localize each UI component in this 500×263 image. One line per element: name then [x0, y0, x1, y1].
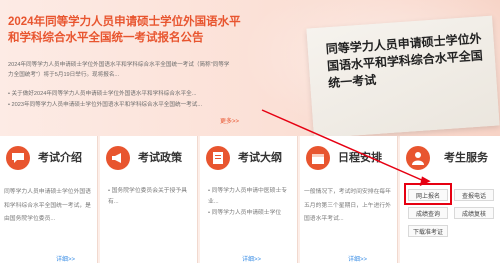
score-query-button[interactable]: 成绩查询: [408, 207, 448, 219]
card-body-text: 同等学力人员申请硕士学位外国语和学科综合水平全国统一考试，是由国务院学位委员..…: [4, 189, 91, 222]
user-service-icon: [406, 146, 430, 170]
exam-poster: 同等学力人员申请硕士学位外国语水平和学科综合水平全国统一考试: [306, 15, 500, 139]
card-title[interactable]: 考生服务: [444, 149, 488, 165]
news-more-link[interactable]: 更多>>: [220, 116, 239, 125]
card-more-link[interactable]: 详细>>: [242, 254, 261, 263]
chat-bubble-icon: [6, 146, 30, 170]
news-summary: 2024年同等学力人员申请硕士学位外国语水平和学科综合水平全国统一考试（简称"同…: [8, 62, 230, 78]
news-list-item[interactable]: • 关于做好2024年同等学力人员申请硕士学位外国语水平和学科综合水平全...: [8, 89, 223, 100]
card-list: • 同等学力人员申请中医硕士专业... • 同等学力人员申请硕士学位: [208, 186, 296, 219]
news-list: • 关于做好2024年同等学力人员申请硕士学位外国语水平和学科综合水平全... …: [8, 89, 223, 111]
card-more-link[interactable]: 详细>>: [348, 254, 367, 263]
news-banner: 2024年同等学力人员申请硕士学位外国语水平和学科综合水平全国统一考试报名公告 …: [0, 0, 500, 139]
card-more-link[interactable]: 详细>>: [56, 254, 75, 263]
card-list: • 国务院学位委员会关于授予具有...: [108, 186, 196, 208]
news-list-item[interactable]: • 2023年同等学力人员申请硕士学位外国语水平和学科综合水平全国统一考试...: [8, 100, 223, 111]
card-title[interactable]: 考试大纲: [238, 149, 282, 165]
list-item[interactable]: • 同等学力人员申请中医硕士专业...: [208, 186, 296, 208]
card-schedule: 日程安排 一般情况下，考试时间安排在每年五月的第三个星期日，上午进行外国语水平考…: [300, 136, 398, 263]
card-body-text: 一般情况下，考试时间安排在每年五月的第三个星期日，上午进行外国语水平考试...: [304, 189, 391, 222]
card-exam-policy: 考试政策 • 国务院学位委员会关于授予具有...: [100, 136, 198, 263]
card-title[interactable]: 考试政策: [138, 149, 182, 165]
score-review-button[interactable]: 成绩复核: [454, 207, 494, 219]
service-cards: 考试介绍 同等学力人员申请硕士学位外国语和学科综合水平全国统一考试，是由国务院学…: [0, 136, 500, 263]
document-icon: [206, 146, 230, 170]
inquiry-phone-button[interactable]: 查报电话: [454, 189, 494, 201]
megaphone-icon: [106, 146, 130, 170]
calendar-icon: [306, 146, 330, 170]
list-item[interactable]: • 同等学力人员申请硕士学位: [208, 208, 296, 219]
card-exam-intro: 考试介绍 同等学力人员申请硕士学位外国语和学科综合水平全国统一考试，是由国务院学…: [0, 136, 98, 263]
download-admission-ticket-button[interactable]: 下载准考证: [408, 225, 448, 237]
card-exam-syllabus: 考试大纲 • 同等学力人员申请中医硕士专业... • 同等学力人员申请硕士学位 …: [200, 136, 298, 263]
card-title[interactable]: 考试介绍: [38, 149, 82, 165]
list-item[interactable]: • 国务院学位委员会关于授予具有...: [108, 186, 196, 208]
online-registration-button[interactable]: 网上报名: [408, 189, 448, 201]
poster-title: 同等学力人员申请硕士学位外国语水平和学科综合水平全国统一考试: [325, 31, 484, 91]
news-headline[interactable]: 2024年同等学力人员申请硕士学位外国语水平和学科综合水平全国统一考试报名公告: [8, 14, 243, 46]
card-title[interactable]: 日程安排: [338, 149, 382, 165]
